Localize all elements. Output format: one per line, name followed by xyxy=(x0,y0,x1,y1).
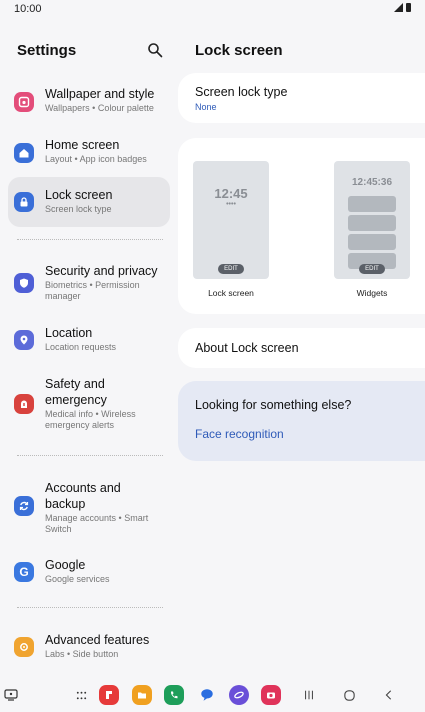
widget-placeholder xyxy=(348,234,396,250)
settings-list-pane: Settings Wallpaper and style Wallpapers … xyxy=(0,18,178,678)
settings-item-title: Wallpaper and style xyxy=(45,87,155,101)
messages-app-icon[interactable] xyxy=(196,684,218,706)
widgets-preview-label: Widgets xyxy=(356,288,388,298)
settings-item-subtitle: Google services xyxy=(45,574,110,584)
settings-item-security[interactable]: Security and privacy Biometrics • Permis… xyxy=(8,261,170,307)
lock-preview-time: 12:45 xyxy=(214,186,248,201)
widget-placeholder xyxy=(348,196,396,212)
screen-lock-type-card[interactable]: Screen lock type None xyxy=(178,73,425,123)
shield-icon xyxy=(14,273,34,293)
settings-item-home-screen[interactable]: Home screen Layout • App icon badges xyxy=(8,135,170,169)
phone-app-icon[interactable] xyxy=(163,684,185,706)
settings-item-wallpaper[interactable]: Wallpaper and style Wallpapers • Colour … xyxy=(8,84,170,118)
settings-item-accounts[interactable]: Accounts and backup Manage accounts • Sm… xyxy=(8,478,170,540)
looking-title: Looking for something else? xyxy=(195,398,352,412)
section-divider xyxy=(17,607,163,608)
status-bar: 10:00 xyxy=(0,0,425,18)
lock-icon xyxy=(14,192,34,212)
settings-item-subtitle: Manage accounts • Smart Switch xyxy=(45,513,149,534)
files-app-icon[interactable] xyxy=(131,684,153,706)
settings-item-title: Advanced features xyxy=(45,633,150,647)
widgets-edit-button[interactable]: EDIT xyxy=(359,264,385,274)
home-button[interactable] xyxy=(338,684,360,706)
settings-item-title: Accounts and backup xyxy=(45,481,121,511)
settings-item-google[interactable]: G Google Google services xyxy=(8,555,170,589)
settings-item-lock-screen[interactable]: Lock screen Screen lock type xyxy=(8,177,170,227)
settings-item-subtitle: Screen lock type xyxy=(45,204,112,214)
widgets-preview[interactable]: 12:45:36 EDIT xyxy=(334,161,410,279)
phone-glyph xyxy=(164,685,184,705)
folder-glyph xyxy=(132,685,152,705)
camera-glyph xyxy=(261,685,281,705)
google-icon: G xyxy=(14,562,34,582)
sync-icon xyxy=(14,496,34,516)
flipboard-app-icon[interactable] xyxy=(98,684,120,706)
signal-icon xyxy=(394,3,403,12)
status-time: 10:00 xyxy=(14,3,42,15)
wallpaper-icon xyxy=(14,92,34,112)
screen-lock-type-title: Screen lock type xyxy=(195,85,288,99)
section-divider xyxy=(17,455,163,456)
about-lock-screen-label: About Lock screen xyxy=(195,341,299,355)
looking-for-something-else-card: Looking for something else? Face recogni… xyxy=(178,381,425,461)
settings-title: Settings xyxy=(17,42,77,59)
camera-app-icon[interactable] xyxy=(260,684,282,706)
lock-preview-card: 12:45 •••• EDIT Lock screen 12:45:36 EDI… xyxy=(178,138,425,314)
internet-app-icon[interactable] xyxy=(228,684,250,706)
settings-item-subtitle: Medical info • Wireless emergency alerts xyxy=(45,409,136,430)
lock-edit-button[interactable]: EDIT xyxy=(218,264,244,274)
advanced-features-icon xyxy=(14,637,34,657)
settings-item-title: Security and privacy xyxy=(45,264,158,278)
settings-item-subtitle: Labs • Side button xyxy=(45,649,119,659)
face-recognition-link[interactable]: Face recognition xyxy=(195,427,284,441)
home-icon xyxy=(14,143,34,163)
flipboard-glyph xyxy=(99,685,119,705)
widgets-preview-time: 12:45:36 xyxy=(351,177,393,188)
settings-item-title: Lock screen xyxy=(45,188,113,202)
settings-item-title: Safety and emergency xyxy=(45,377,107,407)
settings-item-subtitle: Wallpapers • Colour palette xyxy=(45,103,154,113)
settings-item-subtitle: Layout • App icon badges xyxy=(45,154,147,164)
google-g-glyph: G xyxy=(19,565,29,579)
settings-item-subtitle: Location requests xyxy=(45,342,117,352)
settings-item-subtitle: Biometrics • Permission manager xyxy=(45,280,140,301)
screen-lock-type-value: None xyxy=(195,102,217,112)
widget-placeholder xyxy=(348,215,396,231)
settings-item-location[interactable]: Location Location requests xyxy=(8,323,170,357)
section-divider xyxy=(17,239,163,240)
detail-title: Lock screen xyxy=(195,42,283,59)
lock-screen-detail-pane: Lock screen Screen lock type None 12:45 … xyxy=(178,18,425,678)
location-icon xyxy=(14,330,34,350)
lock-preview-dots: •••• xyxy=(226,201,236,208)
internet-glyph xyxy=(229,685,249,705)
status-icons xyxy=(394,3,411,12)
navigation-bar xyxy=(0,680,425,712)
lock-preview-label: Lock screen xyxy=(208,288,254,298)
back-button[interactable] xyxy=(378,684,400,706)
settings-item-title: Home screen xyxy=(45,138,120,152)
settings-item-safety[interactable]: Safety and emergency Medical info • Wire… xyxy=(8,374,170,436)
settings-item-title: Location xyxy=(45,326,93,340)
search-icon[interactable] xyxy=(147,42,163,58)
lock-screen-preview[interactable]: 12:45 •••• EDIT xyxy=(193,161,269,279)
settings-item-title: Google xyxy=(45,558,86,572)
battery-icon xyxy=(406,3,411,12)
screen-mirror-icon[interactable] xyxy=(0,684,22,706)
recent-apps-button[interactable] xyxy=(298,684,320,706)
about-lock-screen-card[interactable]: About Lock screen xyxy=(178,328,425,368)
settings-item-advanced[interactable]: Advanced features Labs • Side button xyxy=(8,630,170,664)
app-drawer-icon[interactable] xyxy=(70,684,92,706)
emergency-icon xyxy=(14,394,34,414)
